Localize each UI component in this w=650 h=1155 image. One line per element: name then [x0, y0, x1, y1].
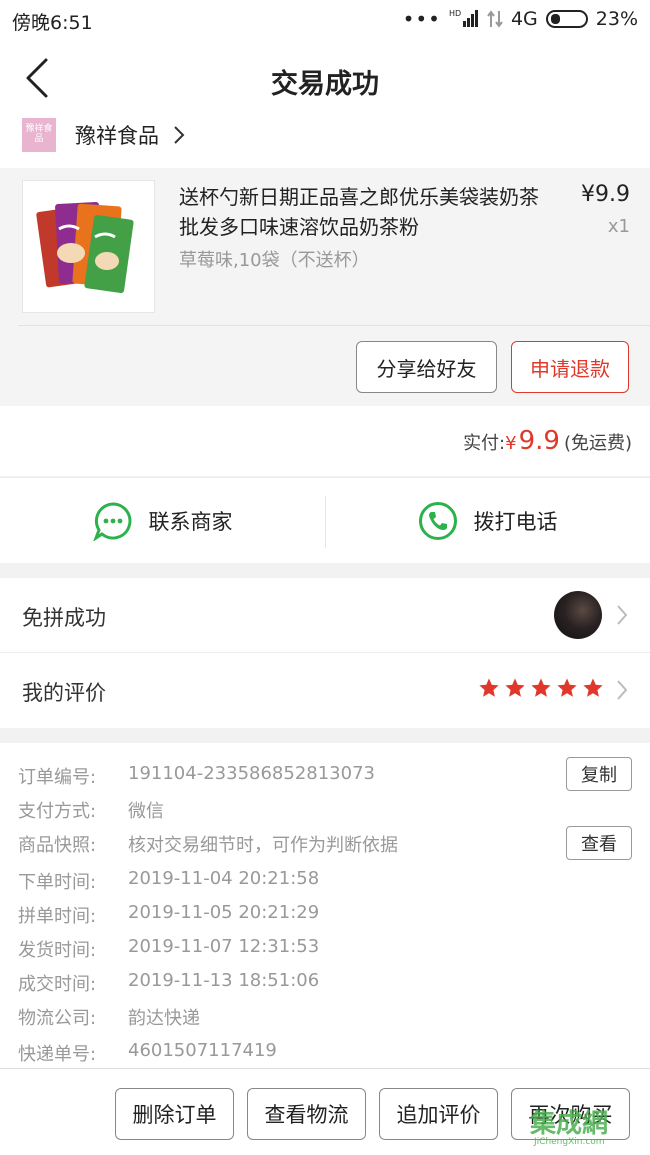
refund-button[interactable]: 申请退款 [511, 341, 629, 393]
call-phone-label: 拨打电话 [473, 510, 558, 534]
contact-merchant-button[interactable]: 联系商家 [0, 478, 325, 564]
paid-amount: 9.9 [518, 426, 560, 456]
group-section: 免拼成功 我的评价 [0, 578, 650, 728]
shop-row[interactable]: 豫祥食品 豫祥食品 [0, 108, 650, 168]
product-title[interactable]: 送杯勺新日期正品喜之郎优乐美袋装奶茶批发多口味速溶饮品奶茶粉 [179, 182, 549, 242]
paid-label: 实付: [463, 433, 506, 454]
product-spec: 草莓味,10袋（不送杯） [179, 250, 370, 271]
ship-time: 2019-11-07 12:31:53 [128, 936, 320, 957]
order-number: 191104-233586852813073 [128, 763, 375, 784]
star-icon [505, 678, 525, 697]
status-icons: ••• HD 4G 23% [403, 8, 638, 30]
nav-bar: 交易成功 [0, 38, 650, 118]
detail-label: 商品快照: [18, 835, 97, 856]
group-status-label: 免拼成功 [22, 606, 106, 630]
view-logistics-button[interactable]: 查看物流 [247, 1088, 366, 1140]
divider [18, 325, 650, 326]
add-review-button[interactable]: 追加评价 [379, 1088, 498, 1140]
share-button[interactable]: 分享给好友 [356, 341, 497, 393]
detail-label: 订单编号: [18, 767, 97, 788]
product-quantity: x1 [607, 216, 630, 237]
contact-merchant-label: 联系商家 [148, 510, 233, 534]
shop-logo: 豫祥食品 [22, 118, 56, 152]
contact-row: 联系商家 拨打电话 [0, 477, 650, 563]
avatar [554, 591, 602, 639]
hd-label: HD [449, 9, 461, 18]
star-icon [557, 678, 577, 697]
copy-button[interactable]: 复制 [566, 757, 632, 791]
view-snapshot-button[interactable]: 查看 [566, 826, 632, 860]
order-time: 2019-11-04 20:21:58 [128, 868, 320, 889]
shop-name[interactable]: 豫祥食品 [75, 120, 159, 150]
detail-label: 快递单号: [18, 1044, 97, 1065]
product-price: ¥9.9 [581, 182, 630, 207]
detail-label: 支付方式: [18, 801, 97, 822]
tracking-number: 4601507117419 [128, 1040, 277, 1061]
battery-icon [545, 10, 588, 28]
status-bar: 傍晚6:51 ••• HD 4G 23% [0, 0, 650, 38]
detail-label: 物流公司: [18, 1008, 97, 1029]
chevron-right-icon [174, 126, 185, 144]
product-card: 送杯勺新日期正品喜之郎优乐美袋装奶茶批发多口味速溶饮品奶茶粉 草莓味,10袋（不… [0, 168, 650, 406]
star-icon [479, 678, 499, 697]
milk-tea-packets-image [36, 202, 134, 294]
group-time: 2019-11-05 20:21:29 [128, 902, 320, 923]
star-icon [531, 678, 551, 697]
paid-currency: ¥ [505, 433, 517, 454]
delete-order-button[interactable]: 删除订单 [115, 1088, 234, 1140]
review-row[interactable]: 我的评价 [0, 653, 650, 728]
bottom-action-bar: 删除订单 查看物流 追加评价 再次购买 集成網 JiChengXin.com [0, 1068, 650, 1155]
payment-summary: 实付: ¥ 9.9 (免运费) [0, 406, 650, 476]
phone-icon [418, 502, 457, 540]
notification-dots-icon: ••• [402, 7, 441, 31]
detail-label: 成交时间: [18, 974, 97, 995]
chat-bubble-icon [92, 502, 131, 541]
signal-icon: HD [449, 9, 478, 27]
page-title: 交易成功 [271, 69, 379, 100]
deal-time: 2019-11-13 18:51:06 [128, 970, 320, 991]
detail-label: 拼单时间: [18, 906, 97, 927]
data-arrows-icon [487, 10, 503, 28]
call-phone-button[interactable]: 拨打电话 [325, 478, 650, 564]
review-label: 我的评价 [22, 681, 106, 705]
chevron-right-icon [617, 680, 628, 700]
watermark-url: JiChengXin.com [534, 1137, 605, 1147]
order-details: 订单编号: 191104-233586852813073 复制 支付方式: 微信… [0, 743, 650, 1068]
site-watermark: 集成網 JiChengXin.com [528, 1103, 646, 1153]
snapshot-note: 核对交易细节时，可作为判断依据 [128, 835, 398, 856]
watermark-text: 集成網 [530, 1109, 609, 1139]
network-type: 4G [510, 8, 538, 30]
chevron-right-icon [617, 605, 628, 625]
detail-label: 发货时间: [18, 940, 97, 961]
detail-label: 下单时间: [18, 872, 97, 893]
rating-stars [478, 677, 604, 699]
shipping-note: (免运费) [563, 433, 632, 454]
payment-method: 微信 [128, 801, 164, 822]
product-image[interactable] [22, 180, 155, 313]
group-status-row[interactable]: 免拼成功 [0, 578, 650, 653]
status-time: 傍晚6:51 [12, 12, 93, 34]
star-icon [583, 678, 603, 697]
courier-company: 韵达快递 [128, 1008, 200, 1029]
battery-level: 23% [595, 8, 638, 30]
paid-line: 实付: ¥ 9.9 (免运费) [463, 426, 632, 456]
